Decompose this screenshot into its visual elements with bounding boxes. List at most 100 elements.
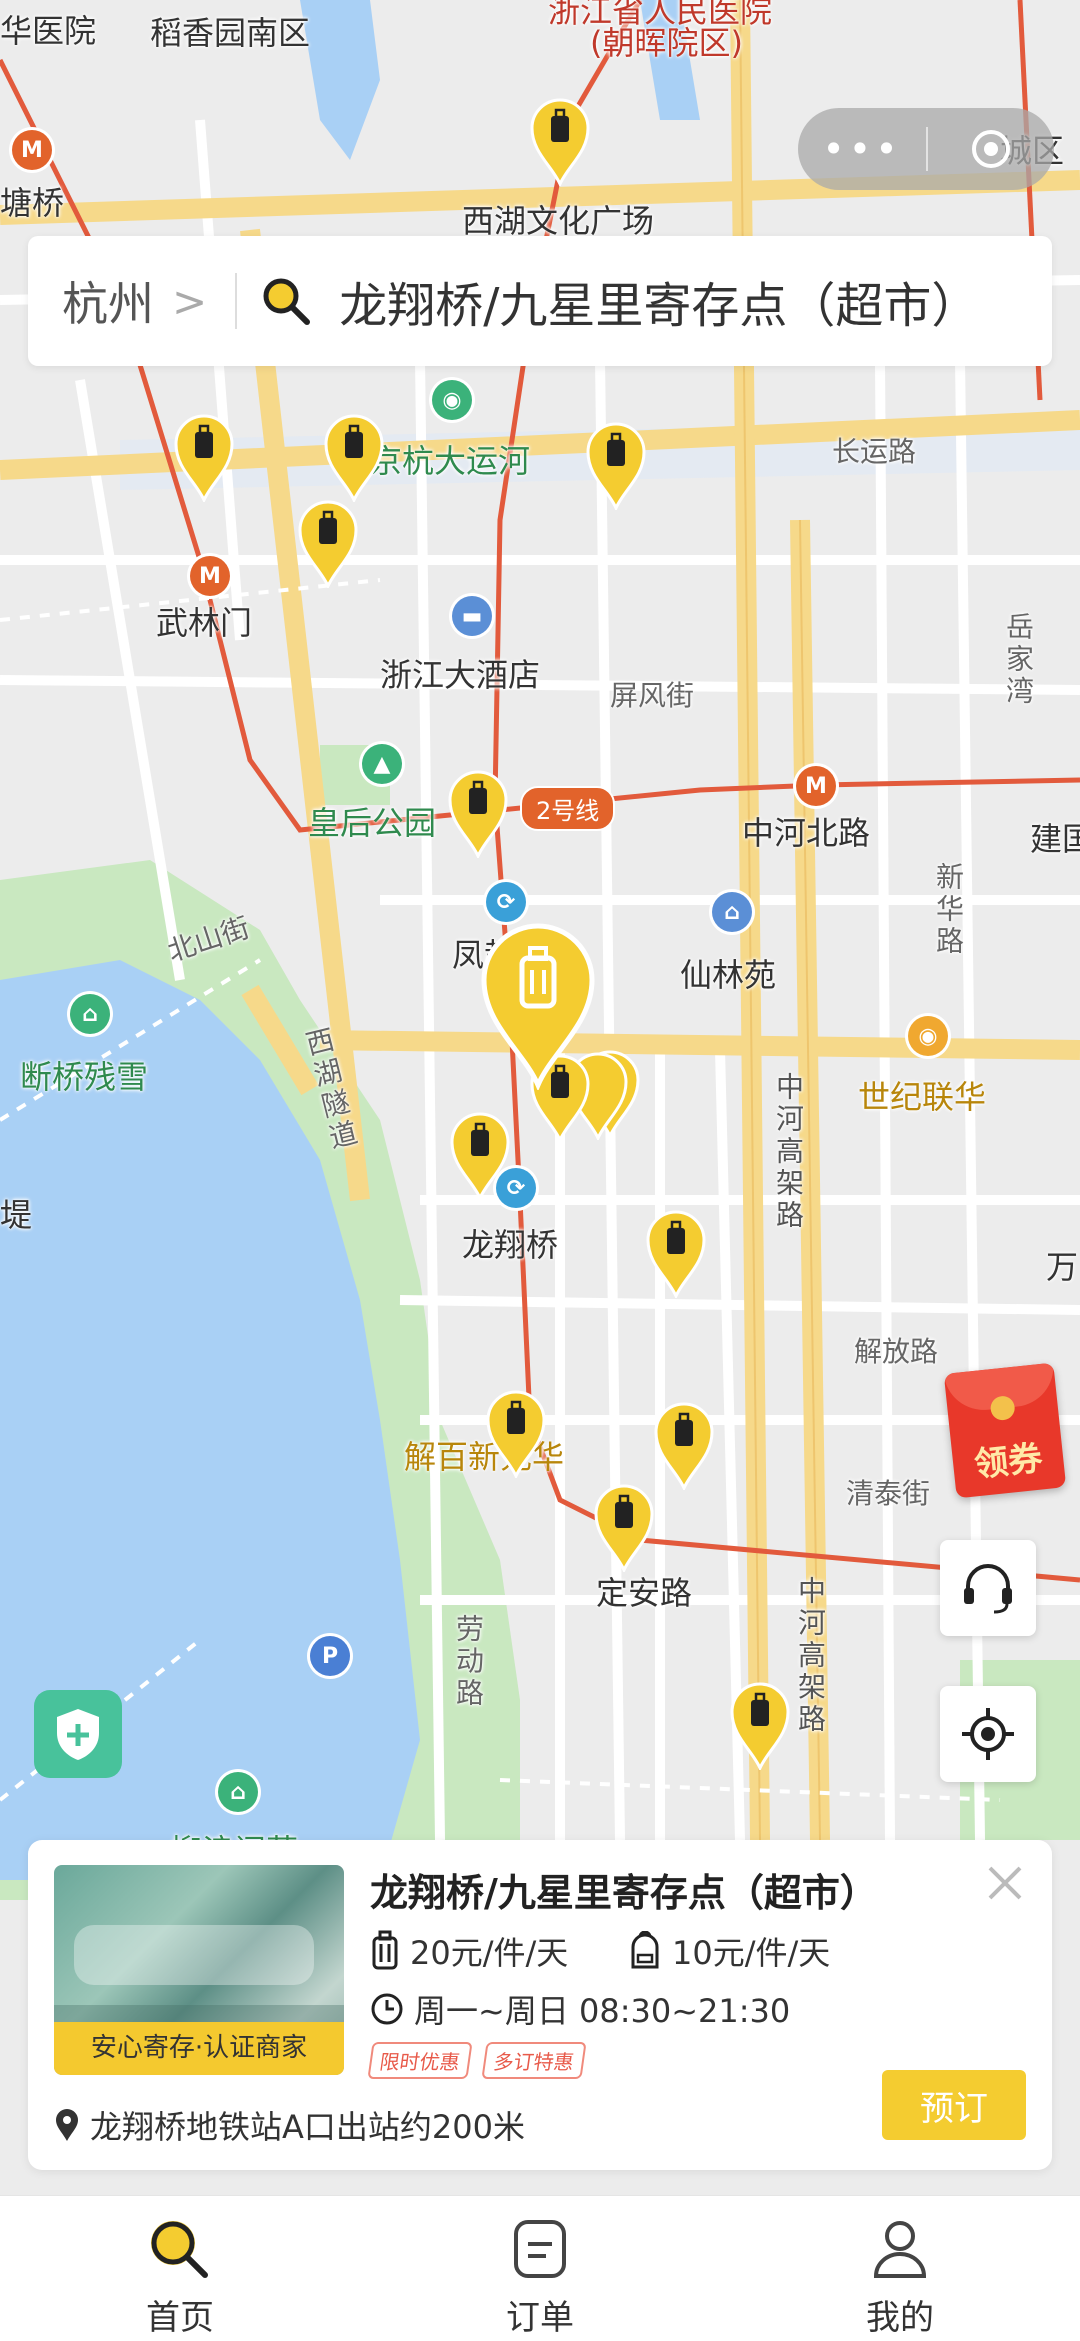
map-label: 中河北路 — [742, 814, 871, 852]
location-row: 龙翔桥地铁站A口出站约200米 — [54, 2102, 525, 2148]
luggage-pin-icon — [298, 500, 358, 590]
opening-hours: 周一~周日 08:30~21:30 — [414, 1992, 791, 2030]
coupon-label: 领券 — [972, 1438, 1045, 1486]
map-label: 武林门 — [156, 604, 253, 642]
search-bar[interactable]: 杭州 > 龙翔桥/九星里寄存点（超市） — [28, 236, 1052, 366]
camera-poi-icon: ◉ — [432, 380, 472, 420]
transfer-station-icon: ⟳ — [486, 882, 526, 922]
tab-profile[interactable]: 我的 — [720, 2196, 1080, 2341]
map-label: 定安路 — [596, 1574, 693, 1612]
map-label: 中河高架路 — [794, 1576, 827, 1736]
metro-station-icon: M — [12, 130, 52, 170]
map-label: 新华路 — [932, 862, 965, 958]
selected-luggage-pin-icon — [481, 923, 595, 1092]
parking-poi-icon: P — [310, 1636, 350, 1676]
clock-icon — [371, 1993, 403, 2025]
metro-station-icon: M — [796, 766, 836, 806]
search-icon — [151, 2221, 208, 2278]
locate-button[interactable] — [940, 1686, 1036, 1782]
price-large-row: 20元/件/天 — [370, 1928, 568, 1974]
close-circle-icon[interactable] — [928, 128, 1054, 170]
luggage-storage-pin[interactable] — [728, 1680, 792, 1772]
luggage-storage-pin[interactable] — [448, 1110, 512, 1202]
search-input[interactable]: 龙翔桥/九星里寄存点（超市） — [339, 266, 979, 336]
order-icon — [514, 2220, 566, 2278]
tab-orders[interactable]: 订单 — [360, 2196, 720, 2341]
hotel-poi-icon: ▬ — [452, 596, 492, 636]
city-selector[interactable]: 杭州 — [62, 268, 154, 334]
luggage-storage-pin[interactable] — [644, 1208, 708, 1300]
map-label: 解放路 — [854, 1335, 939, 1368]
residential-poi-icon: ⌂ — [712, 892, 752, 932]
luggage-storage-pin[interactable] — [592, 1482, 656, 1574]
luggage-storage-pin[interactable] — [322, 412, 386, 504]
luggage-pin-icon — [654, 1402, 714, 1492]
locate-icon — [962, 1708, 1014, 1760]
luggage-storage-pin[interactable] — [172, 412, 236, 504]
luggage-pin-icon — [450, 1112, 510, 1202]
customer-service-button[interactable] — [940, 1540, 1036, 1636]
map-label: 华医院 — [0, 12, 97, 50]
search-divider — [235, 273, 238, 329]
selected-luggage-pin[interactable] — [478, 920, 598, 1092]
suitcase-icon — [372, 1930, 398, 1970]
hours-row: 周一~周日 08:30~21:30 — [370, 1986, 790, 2032]
luggage-pin-icon — [730, 1682, 790, 1772]
more-dots-icon[interactable]: ••• — [798, 127, 926, 171]
safety-button[interactable] — [34, 1690, 122, 1778]
metro-station-icon: M — [190, 556, 230, 596]
price-small-row: 10元/件/天 — [628, 1928, 830, 1974]
park-poi-icon: ▲ — [362, 744, 402, 784]
location-pin-icon — [56, 2109, 78, 2141]
luggage-pin-icon — [646, 1210, 706, 1300]
map-label: 龙翔桥 — [462, 1226, 559, 1264]
map-label: 长运路 — [832, 435, 917, 468]
tab-home[interactable]: 首页 — [0, 2196, 360, 2341]
map-label: 岳家湾 — [1002, 612, 1035, 708]
map-label: 中河高架路 — [772, 1072, 805, 1232]
map-label: 仙林苑 — [680, 956, 777, 994]
map-label: 断桥残雪 — [20, 1058, 149, 1096]
metro-line-badge: 2号线 — [520, 786, 616, 831]
map-label: 皇后公园 — [308, 804, 437, 842]
map-label: 京杭大运河 — [370, 442, 531, 480]
tab-label: 首页 — [146, 2298, 214, 2338]
scenic-poi-icon: ⌂ — [70, 994, 110, 1034]
map-label: 建国 — [1030, 820, 1080, 858]
map-label: 堤 — [0, 1196, 33, 1234]
price-small: 10元/件/天 — [672, 1934, 831, 1972]
store-title: 龙翔桥/九星里寄存点（超市） — [370, 1871, 878, 1915]
miniprogram-capsule: ••• — [798, 108, 1054, 190]
user-icon — [873, 2221, 927, 2278]
shield-icon — [57, 1709, 99, 1760]
chevron-right-icon: > — [172, 276, 208, 326]
luggage-pin-icon — [324, 414, 384, 504]
luggage-storage-pin[interactable] — [584, 420, 648, 512]
map-label: (朝晖院区) — [590, 24, 743, 62]
luggage-storage-pin[interactable] — [296, 498, 360, 590]
headset-icon — [964, 1564, 1012, 1614]
map-label: 塘桥 — [0, 184, 65, 222]
search-icon — [263, 278, 311, 325]
map-label: 浙江大酒店 — [380, 656, 541, 694]
luggage-storage-pin[interactable] — [484, 1388, 548, 1480]
luggage-storage-pin[interactable] — [528, 96, 592, 188]
coupon-button[interactable]: 领券 — [943, 1362, 1067, 1499]
bottom-tab-bar: 首页 订单 我的 — [0, 2195, 1080, 2341]
luggage-pin-icon — [530, 98, 590, 188]
map-label: 稻香园南区 — [150, 14, 311, 52]
map-label: 世纪联华 — [858, 1078, 987, 1116]
photo-blur — [74, 1925, 314, 1985]
map-label: 屏风街 — [610, 679, 695, 712]
map-label: 劳动路 — [452, 1614, 485, 1710]
luggage-storage-pin[interactable] — [652, 1400, 716, 1492]
luggage-pin-icon — [174, 414, 234, 504]
backpack-icon — [631, 1931, 659, 1969]
luggage-pin-icon — [486, 1390, 546, 1480]
card-close-icon[interactable] — [984, 1862, 1026, 1904]
tab-label: 订单 — [506, 2298, 574, 2338]
map-label: 万 — [1046, 1248, 1079, 1286]
book-button[interactable]: 预订 — [882, 2070, 1026, 2140]
luggage-storage-pin[interactable] — [446, 768, 510, 860]
store-info-card[interactable]: 安心寄存·认证商家 龙翔桥/九星里寄存点（超市） 20元/件/天 10元/件/天… — [28, 1840, 1052, 2170]
